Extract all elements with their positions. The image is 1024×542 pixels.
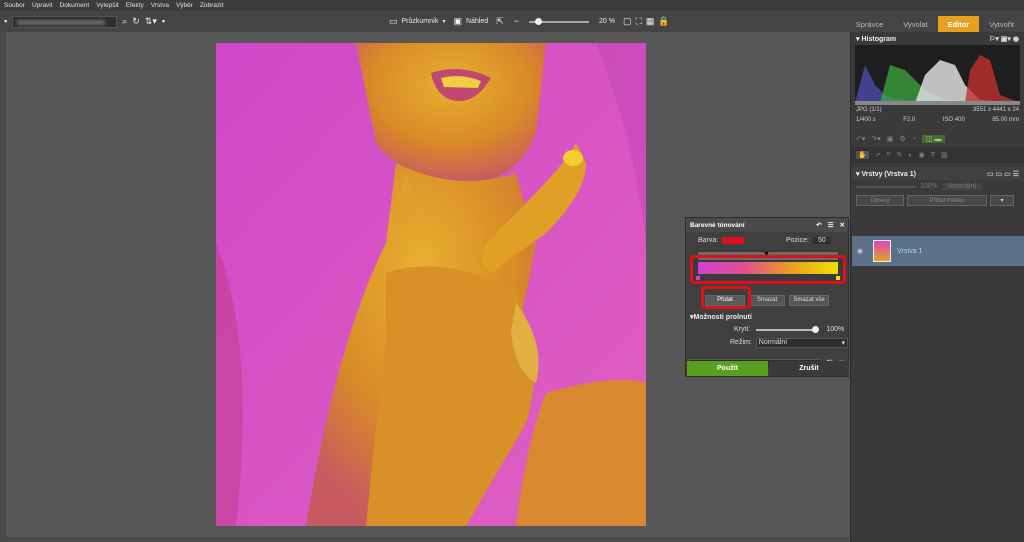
color-swatch[interactable] bbox=[722, 237, 745, 244]
visibility-eye-icon[interactable]: ◉ bbox=[857, 247, 863, 255]
history-icon[interactable]: ◔ bbox=[912, 136, 916, 143]
color-label: Barva: bbox=[698, 237, 719, 244]
hand-tool-icon[interactable]: ✋ bbox=[856, 151, 869, 159]
tab-editor[interactable]: Editor bbox=[937, 16, 980, 32]
folder-icon[interactable]: ▪ bbox=[4, 17, 7, 26]
dialog-title: Barevné tónování bbox=[690, 221, 745, 229]
position-label: Pozice: bbox=[786, 237, 809, 244]
menu-item-document[interactable]: Dokument bbox=[60, 2, 90, 9]
fit-icon[interactable]: ▢ bbox=[623, 17, 632, 26]
menu-item-view[interactable]: Zobrazit bbox=[200, 2, 223, 9]
gradient-tool-icon[interactable]: ▨ bbox=[941, 151, 948, 159]
menu-item-layer[interactable]: Vrstva bbox=[151, 2, 169, 9]
text-tool-icon[interactable]: T bbox=[931, 152, 935, 159]
layer-menu-button[interactable]: ▾ bbox=[990, 195, 1014, 206]
opacity-label: Krytí: bbox=[734, 326, 751, 333]
aperture: F2.0 bbox=[903, 117, 916, 123]
chevron-down-icon: ▾ bbox=[841, 339, 845, 347]
apply-button[interactable]: Použít bbox=[687, 361, 768, 376]
redo-icon[interactable]: ↷▾ bbox=[871, 135, 880, 143]
retouch-tool-icon[interactable]: ◐ bbox=[908, 152, 912, 159]
layer-thumbnail bbox=[873, 240, 892, 262]
color-toning-dialog: Barevné tónování ↶ ☰ ✕ Barva: Pozice: 50… bbox=[685, 217, 849, 377]
opacity-slider[interactable] bbox=[756, 325, 820, 333]
mode-label: Režim: bbox=[730, 339, 752, 346]
layer-name: Vrstva 1 bbox=[897, 247, 923, 255]
toolbar: ▪ ⌕ ↻ ⇅▾ ▪ ▭ Průzkumník ▾ ▣ Náhled ⇱ − 2… bbox=[0, 11, 1024, 32]
zoom-value: 20 % bbox=[599, 18, 615, 25]
explorer-icon[interactable]: ▭ bbox=[389, 17, 398, 26]
adjust-button[interactable]: Úpravy bbox=[856, 195, 904, 206]
preview-button[interactable]: Náhled bbox=[466, 18, 488, 25]
undo-icon[interactable]: ↶▾ bbox=[856, 135, 865, 143]
opacity-value: 100% bbox=[826, 326, 845, 333]
path-field[interactable] bbox=[12, 15, 118, 28]
menu-icon[interactable]: ☰ bbox=[828, 221, 834, 229]
green-action-icon[interactable]: ◫ ▬ bbox=[921, 135, 946, 143]
new-folder-icon[interactable]: ▪ bbox=[162, 17, 165, 26]
preview-icon[interactable]: ▣ bbox=[454, 17, 463, 26]
right-panel: ▾ Histogram ⚐▾ ▣▾ ◉ JPG (1/1) 3551 x 444… bbox=[850, 32, 1024, 542]
close-icon[interactable]: ✕ bbox=[840, 221, 845, 229]
layers-title: Vrstvy (Vrstva 1) bbox=[861, 170, 916, 178]
menu-bar: Soubor Upravit Dokument Vylepšit Efekty … bbox=[0, 0, 1024, 11]
reset-icon[interactable]: ↶ bbox=[816, 221, 821, 229]
brush-tool-icon[interactable]: ✎ bbox=[897, 151, 903, 159]
opacity-slider-knob[interactable] bbox=[812, 325, 820, 333]
delete-all-stops-button[interactable]: Smazat vše bbox=[789, 294, 829, 306]
crop-tool-icon[interactable]: ⌗ bbox=[887, 151, 891, 159]
menu-item-selection[interactable]: Výběr bbox=[176, 2, 193, 9]
menu-item-edit[interactable]: Upravit bbox=[32, 2, 53, 9]
photo-content bbox=[216, 43, 646, 526]
file-count: (1/1) bbox=[869, 107, 882, 113]
histogram-chart bbox=[855, 55, 1020, 105]
blend-section-title: Možnosti prolnutí bbox=[693, 313, 752, 321]
layers-options-icon[interactable]: ▭ ▭ ▭ ☰ bbox=[987, 170, 1019, 178]
histogram-graph bbox=[855, 45, 1020, 105]
select-tool-icon[interactable]: ➚ bbox=[875, 151, 881, 159]
tab-create[interactable]: Vytvořit bbox=[979, 16, 1024, 32]
menu-item-enhance[interactable]: Vylepšit bbox=[96, 2, 119, 9]
add-button-highlight bbox=[701, 286, 751, 309]
histogram-title: Histogram bbox=[861, 35, 897, 43]
refresh-icon[interactable]: ↻ bbox=[132, 17, 140, 26]
image-icon[interactable]: ▣ bbox=[887, 135, 894, 143]
focal-length: 85.00 mm bbox=[992, 117, 1019, 123]
image-dimensions: 3551 x 4441 x 24 bbox=[972, 107, 1019, 113]
iso: ISO 400 bbox=[942, 117, 965, 123]
edit-tools-icon[interactable]: ⚙ bbox=[899, 135, 905, 143]
histogram-options-icon[interactable]: ⚐▾ ▣▾ ◉ bbox=[989, 35, 1019, 43]
dropdown-arrow-icon[interactable]: ▾ bbox=[442, 19, 445, 25]
grid-icon[interactable]: ▦ bbox=[646, 17, 655, 26]
zoom-slider[interactable] bbox=[529, 17, 590, 25]
layer-opacity-slider[interactable] bbox=[856, 185, 916, 188]
canvas-bottom-edge[interactable] bbox=[6, 537, 849, 542]
external-open-icon[interactable]: ⇱ bbox=[496, 17, 504, 26]
layer-row[interactable]: ◉ Vrstva 1 bbox=[852, 236, 1024, 266]
tab-manager[interactable]: Správce bbox=[846, 16, 894, 32]
lock-icon[interactable]: 🔒 bbox=[658, 17, 669, 26]
edited-photo bbox=[216, 43, 646, 526]
zoom-out-icon[interactable]: − bbox=[514, 17, 519, 26]
shutter-speed: 1/400 s bbox=[856, 117, 876, 123]
explorer-button[interactable]: Průzkumník bbox=[402, 18, 439, 25]
position-input[interactable]: 50 bbox=[812, 237, 831, 244]
file-format: JPG bbox=[856, 107, 868, 113]
menu-item-file[interactable]: Soubor bbox=[4, 2, 25, 9]
fullscreen-icon[interactable]: ⛶ bbox=[636, 17, 642, 26]
delete-stop-button[interactable]: Smazat bbox=[749, 294, 785, 306]
sort-icon[interactable]: ⇅▾ bbox=[145, 17, 157, 26]
add-mask-button[interactable]: Přidat masku bbox=[907, 195, 987, 206]
zoom-slider-knob[interactable] bbox=[535, 17, 543, 25]
tab-develop[interactable]: Vyvolat bbox=[893, 16, 937, 32]
blend-mode-select[interactable]: Normální ▾ bbox=[755, 337, 848, 348]
gradient-highlight-box bbox=[690, 255, 846, 284]
layer-mode-select[interactable]: Normální bbox=[941, 183, 983, 190]
layer-opacity-value: 100% bbox=[920, 183, 938, 190]
eye-tool-icon[interactable]: ◉ bbox=[919, 151, 925, 159]
search-icon[interactable]: ⌕ bbox=[122, 17, 127, 26]
menu-item-effects[interactable]: Efekty bbox=[126, 2, 144, 9]
cancel-button[interactable]: Zrušit bbox=[769, 361, 849, 376]
